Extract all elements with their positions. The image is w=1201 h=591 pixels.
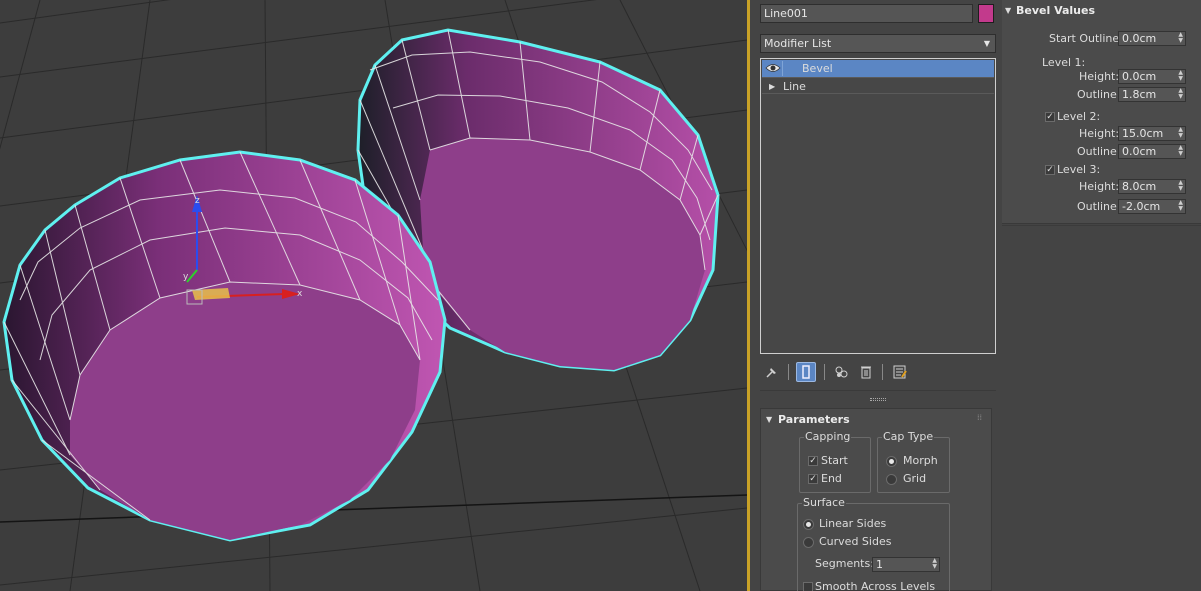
dropdown-arrow-icon: ▼	[983, 39, 990, 48]
level1-height-spinner[interactable]: 0.0cm ▲ ▼	[1118, 69, 1186, 84]
configure-modifier-sets-icon[interactable]	[890, 362, 910, 382]
collapse-triangle-icon[interactable]: ▼	[1005, 6, 1011, 15]
level1-outline-spinner[interactable]: 1.8cm ▲ ▼	[1118, 87, 1186, 102]
viewport-scene: z x y	[0, 0, 747, 591]
bevel-values-rollout: ▼ Bevel Values Start Outline: 0.0cm ▲ ▼ L…	[1002, 0, 1201, 224]
cap-end-label: End	[821, 472, 842, 485]
command-panel: Line001 Modifier List ▼ Bevel ▶ Line ▼ P…	[750, 0, 1201, 591]
curved-sides-radio[interactable]	[803, 537, 814, 548]
segments-spinner[interactable]: 1 ▲ ▼	[872, 557, 940, 572]
cap-type-group: Cap Type Morph Grid	[877, 430, 950, 493]
start-outline-label: Start Outline:	[1049, 32, 1123, 45]
expand-triangle-icon[interactable]: ▶	[769, 78, 775, 95]
level3-height-label: Height:	[1079, 180, 1120, 193]
bevel-object-front[interactable]	[2, 150, 447, 542]
linear-sides-label: Linear Sides	[819, 517, 887, 530]
level2-outline-spinner[interactable]: 0.0cm ▲ ▼	[1118, 144, 1186, 159]
spinner-arrows-icon[interactable]: ▲ ▼	[932, 558, 937, 570]
level2-height-label: Height:	[1079, 127, 1120, 140]
make-unique-icon[interactable]	[832, 362, 852, 382]
level3-checkbox[interactable]: ✓	[1045, 165, 1055, 175]
object-color-swatch[interactable]	[978, 4, 994, 23]
smooth-across-levels-label: Smooth Across Levels	[815, 580, 936, 591]
spinner-arrows-icon[interactable]: ▲ ▼	[1178, 180, 1183, 192]
spinner-arrows-icon[interactable]: ▲ ▼	[1178, 70, 1183, 82]
level2-label: Level 2:	[1057, 110, 1101, 123]
modifier-list-label: Modifier List	[764, 37, 832, 50]
level3-label: Level 3:	[1057, 163, 1101, 176]
modifier-stack[interactable]: Bevel ▶ Line	[760, 58, 996, 354]
level2-height-spinner[interactable]: 15.0cm ▲ ▼	[1118, 126, 1186, 141]
pin-stack-icon[interactable]	[762, 362, 782, 382]
capping-group: Capping ✓ Start ✓ End	[799, 430, 871, 493]
stack-item-bevel[interactable]: Bevel	[762, 60, 994, 77]
segments-value: 1	[876, 558, 883, 571]
collapse-triangle-icon[interactable]: ▼	[766, 415, 772, 424]
panel-divider	[760, 390, 996, 391]
level1-outline-value: 1.8cm	[1122, 88, 1157, 101]
level3-outline-spinner[interactable]: -2.0cm ▲ ▼	[1118, 199, 1186, 214]
start-outline-spinner[interactable]: 0.0cm ▲ ▼	[1118, 31, 1186, 46]
segments-label: Segments:	[815, 557, 874, 570]
curved-sides-label: Curved Sides	[819, 535, 892, 548]
cap-type-label: Cap Type	[882, 430, 935, 443]
cap-start-label: Start	[821, 454, 848, 467]
panel-resize-grip[interactable]	[870, 398, 886, 401]
stack-item-label: Bevel	[802, 62, 833, 75]
stack-item-label: Line	[783, 80, 806, 93]
gizmo-x-label: x	[297, 289, 303, 299]
spinner-arrows-icon[interactable]: ▲ ▼	[1178, 127, 1183, 139]
level1-height-value: 0.0cm	[1122, 70, 1157, 83]
surface-label: Surface	[802, 496, 846, 509]
level1-label: Level 1:	[1042, 56, 1086, 69]
level3-outline-value: -2.0cm	[1122, 200, 1161, 213]
cap-type-morph-radio[interactable]	[886, 456, 897, 467]
level3-height-spinner[interactable]: 8.0cm ▲ ▼	[1118, 179, 1186, 194]
start-outline-value: 0.0cm	[1122, 32, 1157, 45]
level2-outline-label: Outline:	[1077, 145, 1121, 158]
perspective-viewport[interactable]: z x y	[0, 0, 747, 591]
object-name-field[interactable]: Line001	[760, 4, 973, 23]
level3-height-value: 8.0cm	[1122, 180, 1157, 193]
surface-group: Surface Linear Sides Curved Sides Segmen…	[797, 496, 950, 591]
rollout-title[interactable]: Parameters	[778, 413, 850, 426]
capping-label: Capping	[804, 430, 852, 443]
linear-sides-radio[interactable]	[803, 519, 814, 530]
level1-outline-label: Outline:	[1077, 88, 1121, 101]
cap-start-checkbox[interactable]: ✓	[808, 456, 818, 466]
stack-toolbar	[760, 360, 996, 386]
cap-end-checkbox[interactable]: ✓	[808, 474, 818, 484]
cap-type-morph-label: Morph	[903, 454, 938, 467]
modifier-list-dropdown[interactable]: Modifier List ▼	[760, 34, 996, 53]
cap-type-grid-radio[interactable]	[886, 474, 897, 485]
level3-outline-label: Outline:	[1077, 200, 1121, 213]
show-end-result-icon[interactable]	[796, 362, 816, 382]
spinner-arrows-icon[interactable]: ▲ ▼	[1178, 32, 1183, 44]
rollout-title[interactable]: Bevel Values	[1016, 4, 1095, 17]
spinner-arrows-icon[interactable]: ▲ ▼	[1178, 145, 1183, 157]
rollout-divider	[1002, 225, 1201, 226]
spinner-arrows-icon[interactable]: ▲ ▼	[1178, 200, 1183, 212]
cap-type-grid-label: Grid	[903, 472, 927, 485]
level2-outline-value: 0.0cm	[1122, 145, 1157, 158]
gizmo-y-label: y	[183, 272, 189, 282]
rollout-grip-icon[interactable]: ⁞⁞	[977, 414, 985, 422]
gizmo-z-label: z	[195, 196, 200, 206]
level2-checkbox[interactable]: ✓	[1045, 112, 1055, 122]
level1-height-label: Height:	[1079, 70, 1120, 83]
parameters-rollout: ▼ Parameters ⁞⁞ Capping ✓ Start ✓ End Ca…	[760, 408, 992, 591]
smooth-across-levels-checkbox[interactable]	[803, 582, 813, 591]
remove-modifier-icon[interactable]	[856, 362, 876, 382]
level2-height-value: 15.0cm	[1122, 127, 1164, 140]
eye-icon[interactable]	[765, 61, 783, 76]
stack-item-line[interactable]: ▶ Line	[762, 77, 994, 94]
spinner-arrows-icon[interactable]: ▲ ▼	[1178, 88, 1183, 100]
